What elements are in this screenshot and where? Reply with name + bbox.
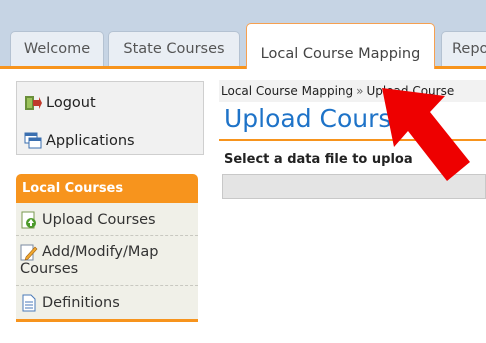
applications-label: Applications — [46, 133, 135, 149]
applications-icon — [24, 132, 42, 149]
tab-state-courses[interactable]: State Courses — [108, 31, 240, 66]
document-icon — [22, 294, 36, 311]
sidebar-item-label: Definitions — [42, 294, 120, 311]
sidebar-top-box: Logout Applications — [16, 81, 204, 155]
sidebar-item-upload-courses[interactable]: Upload Courses — [16, 203, 198, 236]
local-courses-header: Local Courses — [16, 174, 198, 203]
logout-label: Logout — [46, 95, 96, 111]
sidebar: Logout Applications Local Courses Upload… — [0, 70, 215, 343]
breadcrumb-separator: » — [356, 84, 364, 98]
tab-reports[interactable]: Repo — [441, 31, 486, 66]
edit-icon — [20, 244, 38, 261]
breadcrumb-parent-link[interactable]: Local Course Mapping — [221, 84, 353, 98]
red-arrow-annotation — [382, 88, 470, 181]
sidebar-item-label: Upload Courses — [42, 211, 156, 228]
logout-link[interactable]: Logout — [24, 92, 96, 114]
tab-welcome[interactable]: Welcome — [10, 31, 104, 66]
sidebar-item-label: Add/Modify/Map — [42, 244, 159, 260]
local-courses-nav: Upload Courses Add/Modify/Map Courses De… — [16, 203, 198, 322]
sidebar-item-label-line2: Courses — [20, 261, 79, 277]
sidebar-item-definitions[interactable]: Definitions — [16, 286, 198, 319]
sidebar-item-add-modify-map[interactable]: Add/Modify/Map Courses — [16, 236, 198, 286]
upload-icon — [21, 211, 36, 228]
applications-link[interactable]: Applications — [24, 130, 135, 152]
tab-local-course-mapping[interactable]: Local Course Mapping — [246, 23, 435, 69]
logout-icon — [25, 96, 42, 110]
